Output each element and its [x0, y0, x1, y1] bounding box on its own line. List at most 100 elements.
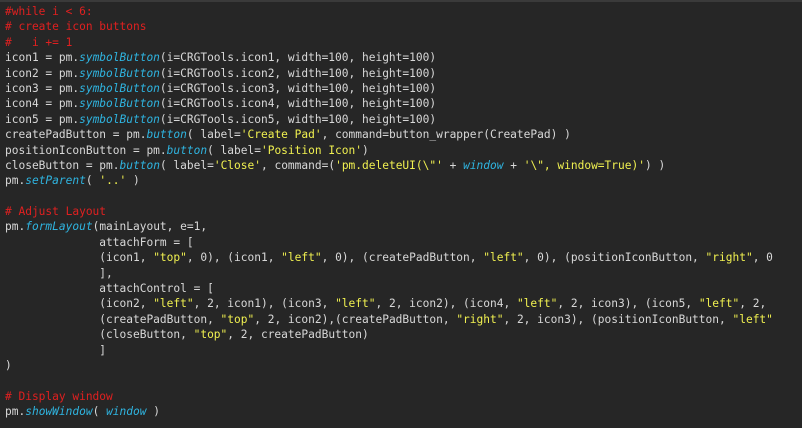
code-token-func: button: [166, 143, 208, 157]
code-line: (icon2, "left", 2, icon1), (icon3, "left…: [5, 296, 773, 311]
code-token-string: 'pm.deleteUI(\"': [335, 158, 443, 172]
code-token-comment: # Adjust Layout: [5, 205, 107, 219]
code-line: # create icon buttons: [5, 19, 773, 34]
code-token-string: "left": [153, 297, 194, 311]
code-token-func: setParent: [25, 174, 86, 188]
code-token-string: "top": [193, 328, 228, 342]
code-token-plain: , 2, createPadButton): [227, 328, 369, 342]
code-token-string: "left": [732, 312, 773, 326]
code-token-string: 'Create Pad': [240, 128, 322, 142]
code-line: closeButton = pm.button( label='Close', …: [5, 158, 773, 173]
code-token-plain: , 0), (icon1,: [186, 251, 282, 265]
code-token-plain: ): [126, 174, 140, 188]
code-token-plain: , 2, icon3), (positionIconButton,: [503, 312, 733, 326]
code-token-plain: (i=CRGTools.icon3, width=100, height=100…: [159, 81, 437, 95]
code-token-string: "top": [220, 312, 255, 326]
code-token-plain: (i=CRGTools.icon5, width=100, height=100…: [159, 112, 437, 126]
code-token-plain: +: [442, 158, 464, 172]
code-line: ]: [5, 343, 773, 358]
code-token-plain: ): [362, 143, 369, 157]
code-token-string: 'Close': [213, 158, 261, 172]
code-token-func: button: [119, 158, 160, 172]
code-line: pm.setParent( '..' ): [5, 173, 773, 188]
code-token-plain: (createPadButton,: [5, 312, 221, 326]
code-token-plain: pm.: [5, 174, 26, 188]
code-token-plain: ): [146, 405, 160, 419]
code-line: attachControl = [: [5, 281, 773, 296]
code-token-plain: positionIconButton = pm.: [5, 143, 167, 157]
code-line: # Adjust Layout: [5, 204, 773, 219]
code-token-plain: , 0: [752, 251, 773, 265]
code-token-plain: (: [85, 174, 100, 188]
code-line: icon3 = pm.symbolButton(i=CRGTools.icon3…: [5, 81, 773, 96]
code-token-plain: attachControl = [: [5, 282, 214, 296]
code-token-plain: , 0), (createPadButton,: [321, 251, 484, 265]
code-token-plain: (i=CRGTools.icon2, width=100, height=100…: [159, 66, 437, 80]
code-line: positionIconButton = pm.button( label='P…: [5, 143, 773, 158]
code-token-plain: , 0), (positionIconButton,: [523, 251, 706, 265]
code-token-string: "left": [483, 251, 524, 265]
code-line: pm.formLayout(mainLayout, e=1,: [5, 219, 773, 234]
code-line: (createPadButton, "top", 2, icon2),(crea…: [5, 312, 773, 327]
code-line: # i += 1: [5, 35, 773, 50]
code-token-plain: , 2, icon3), (icon5,: [557, 297, 699, 311]
code-token-plain: , command=button_wrapper(CreatePad) ): [321, 128, 571, 142]
code-token-plain: closeButton = pm.: [5, 158, 120, 172]
code-token-string: "left": [516, 297, 558, 311]
code-line: icon4 = pm.symbolButton(i=CRGTools.icon4…: [5, 96, 773, 111]
code-line: ): [5, 358, 773, 373]
code-text-area[interactable]: #while i < 6: # create icon buttons # i +=…: [5, 4, 773, 420]
code-line: pm.showWindow( window ): [5, 404, 773, 419]
code-token-plain: (mainLayout, e=1,: [92, 220, 208, 234]
code-token-comment: # create icon buttons: [5, 20, 147, 34]
code-token-plain: ( label=: [159, 158, 214, 172]
code-token-func: symbolButton: [79, 112, 160, 126]
code-token-plain: (closeButton,: [5, 328, 194, 342]
code-editor[interactable]: #while i < 6: # create icon buttons # i +=…: [0, 0, 802, 428]
code-token-func: symbolButton: [79, 51, 160, 65]
code-line: # Display window: [5, 389, 773, 404]
code-token-string: 'Position Icon': [260, 143, 363, 157]
code-token-plain: , 2, icon2),(createPadButton,: [254, 312, 457, 326]
code-line: ],: [5, 266, 773, 281]
code-token-plain: ): [5, 358, 12, 372]
code-token-string: "right": [456, 312, 504, 326]
code-token-plain: icon4 = pm.: [5, 97, 80, 111]
code-token-plain: (icon1,: [5, 251, 154, 265]
code-token-plain: (i=CRGTools.icon1, width=100, height=100…: [159, 51, 437, 65]
code-token-func: symbolButton: [79, 66, 160, 80]
code-line: createPadButton = pm.button( label='Crea…: [5, 127, 773, 142]
code-token-string: "left": [335, 297, 376, 311]
code-token-plain: (i=CRGTools.icon4, width=100, height=100…: [159, 97, 437, 111]
code-token-plain: ]: [5, 343, 107, 357]
code-token-func: symbolButton: [79, 81, 160, 95]
code-token-func: symbolButton: [79, 97, 160, 111]
code-token-plain: icon2 = pm.: [5, 66, 80, 80]
code-line: icon1 = pm.symbolButton(i=CRGTools.icon1…: [5, 50, 773, 65]
code-token-string: '\", window=True)': [523, 158, 645, 172]
code-token-plain: ( label=: [186, 128, 241, 142]
code-token-plain: icon3 = pm.: [5, 81, 80, 95]
code-token-plain: (: [92, 405, 107, 419]
code-token-comment: # Display window: [5, 389, 113, 403]
code-token-string: "left": [698, 297, 740, 311]
code-token-string: "right": [705, 251, 753, 265]
code-token-plain: icon5 = pm.: [5, 112, 80, 126]
code-token-plain: , 2, icon1), (icon3,: [193, 297, 336, 311]
code-token-plain: pm.: [5, 405, 26, 419]
code-line: icon5 = pm.symbolButton(i=CRGTools.icon5…: [5, 112, 773, 127]
code-token-plain: , 2,: [739, 297, 767, 311]
code-token-comment: #while i < 6:: [5, 5, 93, 18]
code-token-plain: createPadButton = pm.: [5, 128, 147, 142]
code-token-string: "left": [281, 251, 322, 265]
code-token-plain: , 2, icon2), (icon4,: [375, 297, 517, 311]
code-token-plain: icon1 = pm.: [5, 51, 80, 65]
code-token-plain: , command=(: [260, 158, 336, 172]
code-token-func: showWindow: [25, 405, 93, 419]
code-token-comment: # i += 1: [5, 35, 73, 49]
code-token-func: button: [146, 128, 187, 142]
code-token-func: window: [463, 158, 504, 172]
code-token-plain: ( label=: [207, 143, 261, 157]
